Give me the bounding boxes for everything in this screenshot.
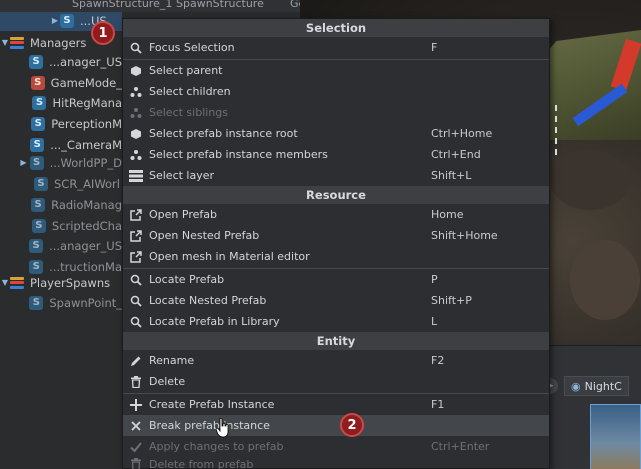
- hierarchy-item[interactable]: S HitRegMana: [0, 92, 122, 113]
- script-icon: S: [29, 54, 44, 69]
- external-link-icon: [123, 250, 149, 263]
- hierarchy-item[interactable]: S PerceptionM: [0, 113, 122, 134]
- hierarchy-header-row: SpawnStructure_1 SpawnStructure Ge: [0, 0, 300, 12]
- location-icon: ◉: [571, 379, 581, 393]
- group-icon: [10, 276, 24, 289]
- script-icon: S: [31, 116, 46, 131]
- script-icon: S: [31, 197, 46, 212]
- menu-item-select-parent[interactable]: Select parent: [123, 60, 549, 81]
- hierarchy-item[interactable]: S ...anager_US: [0, 51, 122, 72]
- header-column-name: SpawnStructure_1: [72, 0, 173, 10]
- menu-item-apply-changes-to-prefab[interactable]: Apply changes to prefab Ctrl+Enter: [123, 436, 549, 457]
- step-badge-2: 2: [340, 413, 364, 437]
- tab-label: NightC: [584, 379, 622, 393]
- script-icon: S: [29, 238, 44, 253]
- menu-item-select-children[interactable]: Select children: [123, 81, 549, 102]
- external-link-icon: [123, 229, 149, 242]
- rock: [570, 240, 640, 320]
- context-menu: Selection Focus Selection F Select paren…: [122, 18, 550, 469]
- gizmo-y-axis[interactable]: [555, 105, 561, 155]
- rock: [550, 150, 630, 210]
- menu-item-focus-selection[interactable]: Focus Selection F: [123, 37, 549, 58]
- menu-item-rename[interactable]: Rename F2: [123, 350, 549, 371]
- script-icon: S: [29, 155, 44, 170]
- script-icon: S: [30, 75, 45, 90]
- asset-thumbnail[interactable]: [590, 404, 641, 469]
- menu-item-delete-from-prefab[interactable]: Delete from prefab: [123, 457, 549, 469]
- search-icon: [123, 274, 149, 286]
- script-icon: S: [32, 95, 47, 110]
- script-icon: S: [60, 13, 74, 28]
- hierarchy-item[interactable]: ▼ PlayerSpawns: [0, 272, 122, 293]
- check-icon: [123, 441, 149, 453]
- menu-item-select-layer[interactable]: Select layer Shift+L: [123, 165, 549, 186]
- hand-cursor-icon: [216, 418, 229, 438]
- hierarchy-item[interactable]: ▶ S ...WorldPP_D: [0, 152, 122, 173]
- script-icon: S: [30, 137, 45, 152]
- hierarchy-item[interactable]: S SpawnPoint_: [0, 292, 122, 313]
- cube-icon: [123, 65, 149, 77]
- search-icon: [123, 316, 149, 328]
- script-icon: S: [29, 295, 44, 310]
- section-header-selection: Selection: [123, 19, 549, 37]
- menu-item-locate-nested-prefab[interactable]: Locate Nested Prefab Shift+P: [123, 290, 549, 311]
- chevron-right-icon[interactable]: ▶: [50, 16, 60, 25]
- menu-item-delete[interactable]: Delete: [123, 371, 549, 392]
- trash-icon: [123, 458, 149, 469]
- menu-item-break-prefab-instance[interactable]: Break prefab instance: [123, 415, 549, 436]
- search-icon: [123, 42, 149, 54]
- menu-item-select-prefab-members[interactable]: Select prefab instance members Ctrl+End: [123, 144, 549, 165]
- menu-item-create-prefab-instance[interactable]: Create Prefab Instance F1: [123, 394, 549, 415]
- hierarchy-item[interactable]: S ...anager_US: [0, 235, 122, 256]
- section-header-resource: Resource: [123, 186, 549, 204]
- hierarchy-item[interactable]: S RadioManag: [0, 194, 122, 215]
- hierarchy-icon: [123, 86, 149, 98]
- external-link-icon: [123, 208, 149, 221]
- menu-item-select-prefab-root[interactable]: Select prefab instance root Ctrl+Home: [123, 123, 549, 144]
- menu-item-open-prefab[interactable]: Open Prefab Home: [123, 204, 549, 225]
- hierarchy-item[interactable]: S ScriptedCha: [0, 215, 122, 236]
- script-icon: S: [34, 176, 48, 191]
- header-column-extra: Ge: [290, 0, 300, 10]
- menu-item-open-nested-prefab[interactable]: Open Nested Prefab Shift+Home: [123, 225, 549, 246]
- plus-icon: [123, 398, 149, 411]
- cube-icon: [123, 128, 149, 140]
- hierarchy-icon: [123, 149, 149, 161]
- menu-item-locate-prefab[interactable]: Locate Prefab P: [123, 269, 549, 290]
- close-icon: [123, 420, 149, 431]
- chevron-down-icon[interactable]: ▼: [0, 38, 10, 47]
- step-badge-1: 1: [91, 21, 115, 45]
- trash-icon: [123, 375, 149, 388]
- layers-icon: [123, 169, 149, 182]
- section-header-entity: Entity: [123, 332, 549, 350]
- chevron-right-icon[interactable]: ▶: [17, 158, 29, 167]
- header-column-type: SpawnStructure: [176, 0, 264, 10]
- script-icon: S: [31, 218, 46, 233]
- group-icon: [10, 36, 24, 49]
- hierarchy-icon: [123, 107, 149, 119]
- search-icon: [123, 295, 149, 307]
- hierarchy-item[interactable]: S GameMode_: [0, 72, 122, 93]
- pencil-icon: [123, 355, 149, 367]
- hierarchy-item[interactable]: S SCR_AIWorl: [0, 173, 122, 194]
- menu-item-select-siblings[interactable]: Select siblings: [123, 102, 549, 123]
- chevron-down-icon[interactable]: ▼: [0, 278, 10, 287]
- browser-tab[interactable]: ◉ NightC: [564, 376, 629, 396]
- hierarchy-panel: ▶ S ...US ▼ Managers S ...anager_US S Ga…: [0, 0, 122, 469]
- menu-item-open-mesh-material-editor[interactable]: Open mesh in Material editor: [123, 246, 549, 267]
- menu-item-locate-prefab-library[interactable]: Locate Prefab in Library L: [123, 311, 549, 332]
